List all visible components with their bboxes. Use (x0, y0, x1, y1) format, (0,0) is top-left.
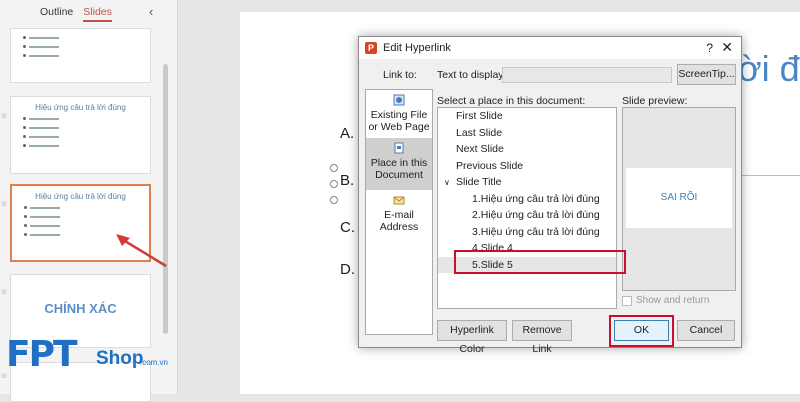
animation-star-icon: ☆ (1, 113, 8, 120)
answer-a[interactable]: A. (340, 125, 354, 142)
logo-domain-text: .com.vn (140, 358, 169, 367)
remove-link-button[interactable]: Remove Link (512, 320, 572, 355)
powerpoint-icon: P (365, 42, 377, 54)
cancel-button[interactable]: Cancel (677, 320, 735, 341)
dialog-titlebar[interactable]: P Edit Hyperlink ? ✕ (359, 37, 741, 59)
answer-d[interactable]: D. (340, 261, 355, 278)
web-page-icon (393, 94, 405, 106)
edit-hyperlink-dialog: P Edit Hyperlink ? ✕ Link to: Text to di… (358, 36, 742, 355)
link-option-label: E-mail Address (379, 209, 419, 233)
thumbnail-title: Hiệu ứng câu trả lời đúng (35, 103, 126, 112)
tab-slides[interactable]: Slides (83, 6, 112, 22)
slide-divider (740, 175, 800, 176)
slide-preview: SAI RỒI (622, 107, 736, 291)
link-option-label: Existing File or Web Page (368, 109, 430, 133)
link-option-label: Place in this Document (370, 157, 428, 181)
place-next-slide[interactable]: Next Slide (438, 141, 616, 158)
places-label: Select a place in this document: (437, 95, 586, 107)
place-slide-3[interactable]: 3.Hiệu ứng câu trả lời đúng (438, 224, 616, 241)
logo-shop-text: Shop (96, 348, 144, 369)
close-icon[interactable]: ✕ (721, 39, 733, 56)
slide-title-fragment: ời đ (738, 48, 800, 89)
link-to-label: Link to: (383, 69, 417, 81)
document-place-icon (394, 142, 404, 154)
link-option-email[interactable]: E-mail Address (366, 190, 432, 233)
thumbnail-title: CHÍNH XÁC (44, 301, 117, 316)
show-and-return-label: Show and return (636, 295, 710, 306)
fpt-shop-logo: FPT Shop .com.vn (0, 334, 175, 394)
thumbnail-title: Hiệu ứng câu trả lời đúng (35, 192, 126, 201)
help-icon[interactable]: ? (706, 41, 713, 55)
place-slide-1[interactable]: 1.Hiệu ứng câu trả lời đúng (438, 191, 616, 208)
resize-handle[interactable] (330, 196, 338, 204)
logo-fpt-text: FPT (6, 334, 78, 375)
answer-c[interactable]: C. (340, 219, 355, 236)
place-first-slide[interactable]: First Slide (438, 108, 616, 125)
link-option-existing-file[interactable]: Existing File or Web Page (366, 90, 432, 138)
chevron-down-icon[interactable]: ∨ (444, 175, 456, 192)
group-label: Slide Title (456, 176, 502, 188)
slide-thumbnail-1[interactable] (10, 28, 151, 83)
resize-handle[interactable] (330, 164, 338, 172)
answer-b[interactable]: B. (340, 172, 354, 189)
link-option-place-in-document[interactable]: Place in this Document (366, 138, 432, 190)
animation-star-icon: ☆ (1, 289, 8, 296)
animation-star-icon: ☆ (1, 201, 8, 208)
link-to-bar: Existing File or Web Page Place in this … (365, 89, 433, 335)
dialog-title: Edit Hyperlink (383, 42, 451, 54)
tab-outline[interactable]: Outline (40, 6, 73, 22)
place-previous-slide[interactable]: Previous Slide (438, 158, 616, 175)
resize-handle[interactable] (330, 180, 338, 188)
place-slide-title-group[interactable]: ∨ Slide Title (438, 174, 616, 191)
chevron-left-icon[interactable]: ‹ (149, 4, 153, 19)
hyperlink-color-button[interactable]: Hyperlink Color (437, 320, 507, 355)
highlight-box-slide-5 (454, 250, 626, 274)
show-and-return-checkbox[interactable] (622, 295, 632, 306)
highlight-box-ok (609, 315, 674, 347)
preview-slide-text: SAI RỒI (626, 168, 732, 228)
pane-scrollbar[interactable] (163, 64, 168, 334)
slide-preview-label: Slide preview: (622, 95, 688, 107)
place-last-slide[interactable]: Last Slide (438, 125, 616, 142)
show-and-return-option[interactable]: Show and return (622, 295, 709, 306)
slide-thumbnail-2[interactable]: Hiệu ứng câu trả lời đúng (10, 96, 151, 174)
places-tree[interactable]: First Slide Last Slide Next Slide Previo… (437, 107, 617, 309)
screentip-button[interactable]: ScreenTip... (677, 64, 736, 85)
annotation-arrow-icon (116, 234, 167, 268)
slides-pane: Outline Slides ‹ ☆ Hiệu ứng câu trả lời … (0, 0, 178, 402)
email-icon (393, 196, 405, 205)
place-slide-2[interactable]: 2.Hiệu ứng câu trả lời đúng (438, 207, 616, 224)
text-to-display-input[interactable] (502, 67, 672, 83)
pane-tabs: Outline Slides (40, 6, 112, 22)
text-to-display-label: Text to display: (437, 69, 507, 81)
